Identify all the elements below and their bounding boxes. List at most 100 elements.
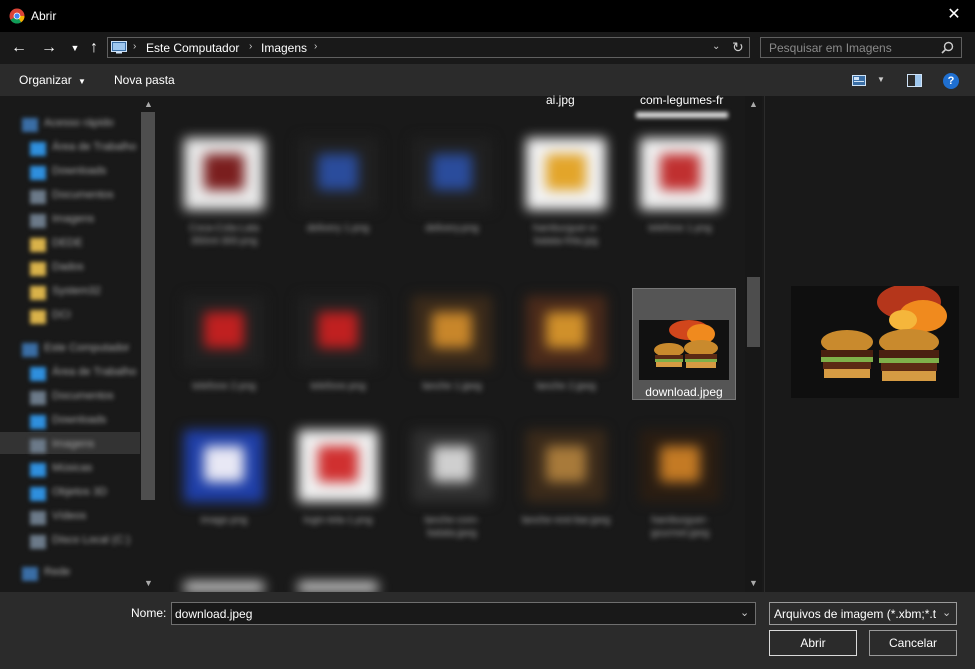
file-thumbnail[interactable]	[412, 138, 492, 210]
file-label: image.png	[200, 515, 248, 526]
thumbnail-partial	[636, 112, 728, 118]
open-button[interactable]: Abrir	[769, 630, 857, 656]
close-icon[interactable]: ✕	[945, 6, 963, 24]
sidebar-item-icon	[30, 367, 46, 381]
file-thumbnail-content	[546, 312, 586, 348]
refresh-icon[interactable]: ↻	[732, 39, 744, 56]
file-scrollbar-thumb[interactable]	[747, 277, 760, 347]
sidebar-item[interactable]: Acesso rápido	[44, 117, 114, 133]
chevron-down-icon[interactable]: ⌄	[740, 606, 749, 619]
forward-arrow-icon[interactable]: →	[40, 39, 58, 57]
sidebar-item[interactable]: Objetos 3D	[52, 486, 107, 502]
file-thumbnail[interactable]	[298, 138, 378, 210]
file-label: lanche-com-batata.jpeg	[424, 515, 480, 539]
sidebar-item[interactable]: Downloads	[52, 414, 106, 430]
file-thumbnail-content	[204, 154, 244, 190]
file-label: hamburguer-e-batata-frita.jpg	[532, 223, 600, 247]
scroll-up-icon[interactable]: ▲	[749, 99, 758, 109]
back-arrow-icon[interactable]: ←	[10, 39, 28, 57]
file-thumbnail-content	[432, 312, 472, 348]
sidebar-item[interactable]: Downloads	[52, 165, 106, 181]
sidebar-item[interactable]: DEDE	[52, 237, 83, 253]
nav-scrollbar-thumb[interactable]	[141, 112, 155, 500]
title-bar	[0, 0, 975, 32]
file-type-select[interactable]: Arquivos de imagem (*.xbm;*.t ⌄	[769, 602, 957, 625]
sidebar-item[interactable]: Documentos	[52, 390, 114, 406]
sidebar-item-icon	[30, 262, 46, 276]
sidebar-item[interactable]: Imagens	[52, 438, 94, 454]
file-thumbnail-content	[432, 446, 472, 482]
file-label: delivery.png	[425, 223, 479, 234]
file-thumbnail[interactable]	[184, 430, 264, 502]
file-thumbnail-content	[204, 312, 244, 348]
sidebar-item[interactable]: Músicas	[52, 462, 92, 478]
file-thumbnail[interactable]	[640, 430, 720, 502]
file-thumbnail-content	[660, 446, 700, 482]
file-thumbnail[interactable]	[412, 430, 492, 502]
preview-pane-icon[interactable]	[907, 74, 922, 87]
view-chevron-down-icon[interactable]: ▼	[877, 75, 885, 84]
scroll-down-icon[interactable]: ▼	[144, 578, 153, 588]
breadcrumb-imagens[interactable]: Imagens	[261, 41, 307, 55]
file-label-selected: download.jpeg	[645, 385, 723, 399]
sidebar-item[interactable]: Vídeos	[52, 510, 86, 526]
address-dropdown-chevron-icon[interactable]: ⌄	[712, 41, 720, 52]
search-input[interactable]: Pesquisar em Imagens	[760, 37, 962, 58]
file-item-selected[interactable]: download.jpeg	[632, 288, 736, 400]
view-options-icon[interactable]	[852, 75, 866, 86]
sidebar-item-icon	[30, 166, 46, 180]
file-thumbnail[interactable]	[298, 430, 378, 502]
file-scrollbar[interactable]: ▲ ▼	[745, 96, 762, 592]
file-thumbnail-content	[204, 446, 244, 482]
sidebar-item[interactable]: Disco Local (C:)	[52, 534, 130, 550]
file-thumbnail-content	[432, 154, 472, 190]
search-icon[interactable]	[941, 41, 954, 54]
sidebar-item[interactable]: Rede	[44, 566, 70, 582]
sidebar-item[interactable]: Dados	[52, 261, 84, 277]
burger-thumbnail	[639, 320, 729, 380]
sidebar-item[interactable]: Documentos	[52, 189, 114, 205]
file-thumbnail[interactable]	[184, 138, 264, 210]
file-thumbnail[interactable]	[184, 296, 264, 368]
file-thumbnail-content	[660, 154, 700, 190]
organize-button[interactable]: Organizar ▼	[19, 73, 86, 87]
sidebar-item-icon	[30, 286, 46, 300]
file-thumbnail[interactable]	[298, 296, 378, 368]
help-icon[interactable]: ?	[943, 73, 959, 89]
sidebar-item-icon	[30, 310, 46, 324]
new-folder-button[interactable]: Nova pasta	[114, 73, 175, 87]
file-thumbnail[interactable]	[298, 582, 378, 592]
preview-image	[791, 286, 959, 398]
sidebar-item[interactable]: Este Computador	[44, 342, 130, 358]
address-bar[interactable]: › Este Computador › Imagens › ⌄ ↻	[107, 37, 750, 58]
file-thumbnail-content	[546, 154, 586, 190]
file-thumbnail[interactable]	[412, 296, 492, 368]
computer-icon	[111, 41, 127, 54]
file-thumbnail[interactable]	[526, 296, 606, 368]
scroll-down-icon[interactable]: ▼	[749, 578, 758, 588]
cancel-button[interactable]: Cancelar	[869, 630, 957, 656]
file-label: Coca-Cola-Lata 350ml-300.png	[188, 223, 260, 247]
up-arrow-icon[interactable]: ↑	[85, 39, 103, 57]
sidebar-item-icon	[30, 142, 46, 156]
scroll-up-icon[interactable]: ▲	[144, 99, 153, 109]
breadcrumb-este-computador[interactable]: Este Computador	[146, 41, 239, 55]
sidebar-item-icon	[30, 511, 46, 525]
chrome-icon	[9, 8, 25, 24]
sidebar-item[interactable]: Área de Trabalho	[52, 366, 136, 382]
sidebar-item-icon	[22, 118, 38, 132]
file-thumbnail[interactable]	[526, 430, 606, 502]
sidebar-item[interactable]: Área de Trabalho	[52, 141, 136, 157]
file-thumbnail[interactable]	[184, 582, 264, 592]
sidebar-item[interactable]: DCI	[52, 309, 71, 325]
file-thumbnail-content	[318, 312, 358, 348]
file-name-label: Nome:	[131, 606, 167, 620]
sidebar-item[interactable]: Imagens	[52, 213, 94, 229]
recent-locations-chevron-icon[interactable]: ▼	[66, 39, 84, 57]
sidebar-item[interactable]: System32	[52, 285, 101, 301]
file-thumbnail[interactable]	[526, 138, 606, 210]
file-thumbnail[interactable]	[640, 138, 720, 210]
sidebar-item-icon	[30, 214, 46, 228]
file-name-input[interactable]: download.jpeg ⌄	[171, 602, 756, 625]
file-label: lanche 2.jpeg	[536, 381, 596, 392]
